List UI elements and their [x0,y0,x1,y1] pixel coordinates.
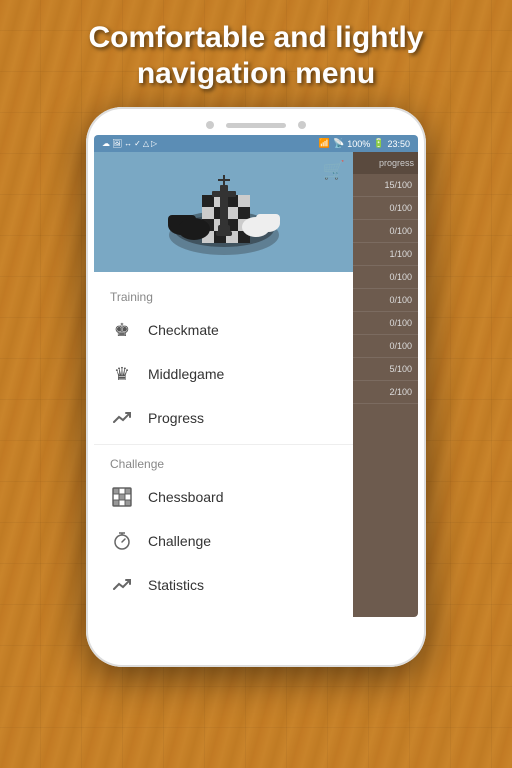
checkmate-icon: ♚ [110,318,134,342]
headline: Comfortable and lightly navigation menu [88,20,423,92]
cart-icon[interactable]: 🛒 [323,160,345,181]
image-icon: 🖼 [112,139,122,148]
middlegame-icon: ♛ [110,362,134,386]
progress-item-9: 2/100 [353,381,418,404]
phone-screen: ☁ 🖼 ↔ ✓ △ ▷ 📶 📡 100% 🔋 23:50 [94,135,418,617]
menu-item-challenge[interactable]: Challenge [94,519,353,563]
progress-item-3: 1/100 [353,243,418,266]
progress-label: Progress [148,410,204,426]
wifi-icon: 📶 [319,138,330,149]
challenge-icon [110,529,134,553]
progress-item-8: 5/100 [353,358,418,381]
status-bar: ☁ 🖼 ↔ ✓ △ ▷ 📶 📡 100% 🔋 23:50 [94,135,418,152]
progress-item-7: 0/100 [353,335,418,358]
warning-icon: △ [143,139,149,148]
signal-icon: 📡 [333,138,344,149]
sync-icon: ↔ [124,139,132,148]
chessboard-label: Chessboard [148,489,224,505]
right-panel-header: progress [353,152,418,174]
chess-logo-svg [144,157,304,267]
section-label-challenge: Challenge [94,449,353,475]
cloud-icon: ☁ [102,139,110,148]
phone-camera-right [298,121,306,129]
header-banner: Comfortable and lightly navigation menu [68,0,443,102]
progress-item-6: 0/100 [353,312,418,335]
phone-top [94,121,418,129]
chessboard-icon [110,485,134,509]
status-right: 📶 📡 100% 🔋 23:50 [319,138,410,149]
progress-item-5: 0/100 [353,289,418,312]
main-panel: 🛒 Training ♚ Checkmate ♛ Middlegame [94,152,353,617]
progress-item-4: 0/100 [353,266,418,289]
checkmate-label: Checkmate [148,322,219,338]
play-icon: ▷ [151,139,157,148]
challenge-label: Challenge [148,533,211,549]
middlegame-label: Middlegame [148,366,224,382]
progress-item-1: 0/100 [353,197,418,220]
battery-icon: 🔋 [373,138,384,149]
phone-camera-left [206,121,214,129]
progress-item-0: 15/100 [353,174,418,197]
divider-1 [94,444,353,445]
menu-container: Training ♚ Checkmate ♛ Middlegame [94,272,353,617]
progress-icon [110,406,134,430]
menu-item-progress[interactable]: Progress [94,396,353,440]
statistics-label: Statistics [148,577,204,593]
phone-speaker [226,123,286,128]
menu-item-chessboard[interactable]: Chessboard [94,475,353,519]
app-header: 🛒 [94,152,353,272]
progress-item-2: 0/100 [353,220,418,243]
check-icon: ✓ [134,139,141,148]
time-display: 23:50 [387,139,410,149]
battery-percent: 100% [347,139,370,149]
screen-wrapper: 🛒 Training ♚ Checkmate ♛ Middlegame [94,152,418,617]
chess-logo [144,157,304,267]
status-icons-left: ☁ 🖼 ↔ ✓ △ ▷ [102,139,157,148]
menu-item-checkmate[interactable]: ♚ Checkmate [94,308,353,352]
statistics-icon [110,573,134,597]
section-label-training: Training [94,282,353,308]
right-panel: progress 15/100 0/100 0/100 1/100 0/100 … [353,152,418,617]
phone-frame: ☁ 🖼 ↔ ✓ △ ▷ 📶 📡 100% 🔋 23:50 [86,107,426,667]
menu-item-statistics[interactable]: Statistics [94,563,353,607]
menu-item-middlegame[interactable]: ♛ Middlegame [94,352,353,396]
